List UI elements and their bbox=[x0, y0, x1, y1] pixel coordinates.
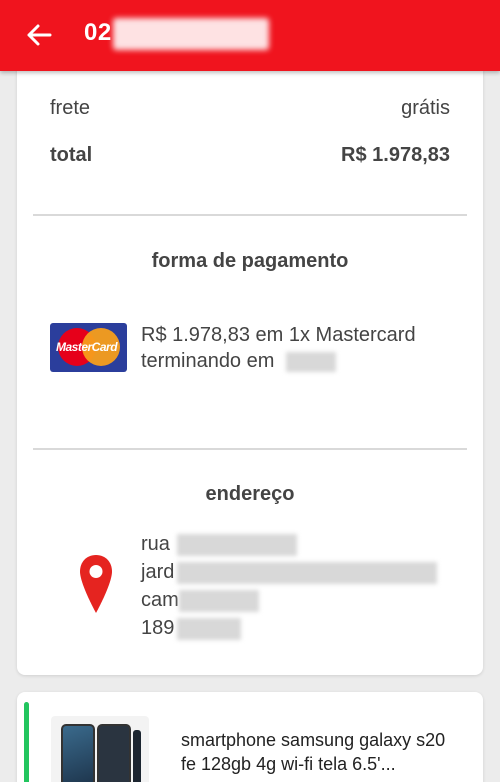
redacted-text bbox=[179, 590, 259, 612]
address-line: cam bbox=[141, 586, 259, 614]
redacted-text bbox=[177, 534, 297, 556]
shipping-value: grátis bbox=[401, 97, 450, 119]
redacted-text bbox=[177, 618, 241, 640]
mastercard-logo-text: MasterCard bbox=[56, 340, 118, 354]
payment-details: R$ 1.978,83 em 1x Mastercard terminando … bbox=[141, 322, 416, 374]
total-row: total R$ 1.978,83 bbox=[50, 144, 450, 167]
shipping-row: frete grátis bbox=[50, 97, 450, 120]
app-bar: 02 bbox=[0, 0, 500, 71]
product-title: smartphone samsung galaxy s20 fe 128gb 4… bbox=[181, 730, 446, 774]
divider bbox=[33, 214, 467, 216]
back-button[interactable] bbox=[22, 18, 56, 52]
address-line: rua bbox=[141, 530, 297, 558]
payment-amount-line: R$ 1.978,83 em 1x Mastercard bbox=[141, 324, 416, 346]
address-line: 189 bbox=[141, 614, 241, 642]
arrow-left-icon bbox=[27, 24, 52, 46]
divider bbox=[33, 448, 467, 450]
redacted-order-number bbox=[113, 18, 269, 50]
product-card[interactable]: smartphone samsung galaxy s20 fe 128gb 4… bbox=[17, 692, 483, 782]
page-title: 02 bbox=[84, 19, 112, 46]
address-section-title: endereço bbox=[205, 483, 295, 505]
product-image bbox=[51, 716, 149, 782]
status-indicator bbox=[24, 702, 29, 782]
payment-card-ending-label: terminando em bbox=[141, 350, 275, 372]
total-label: total bbox=[50, 144, 93, 166]
payment-card-line: terminando em bbox=[141, 348, 416, 374]
redacted-card-digits bbox=[285, 351, 336, 372]
address-line: jard bbox=[141, 558, 437, 586]
redacted-text bbox=[177, 562, 437, 584]
total-value: R$ 1.978,83 bbox=[341, 144, 450, 166]
payment-section-title: forma de pagamento bbox=[151, 250, 349, 272]
mastercard-logo: MasterCard bbox=[50, 323, 127, 372]
shipping-label: frete bbox=[50, 97, 91, 119]
location-pin-icon bbox=[80, 555, 112, 613]
address-details: rua jard cam 189 bbox=[141, 530, 437, 642]
